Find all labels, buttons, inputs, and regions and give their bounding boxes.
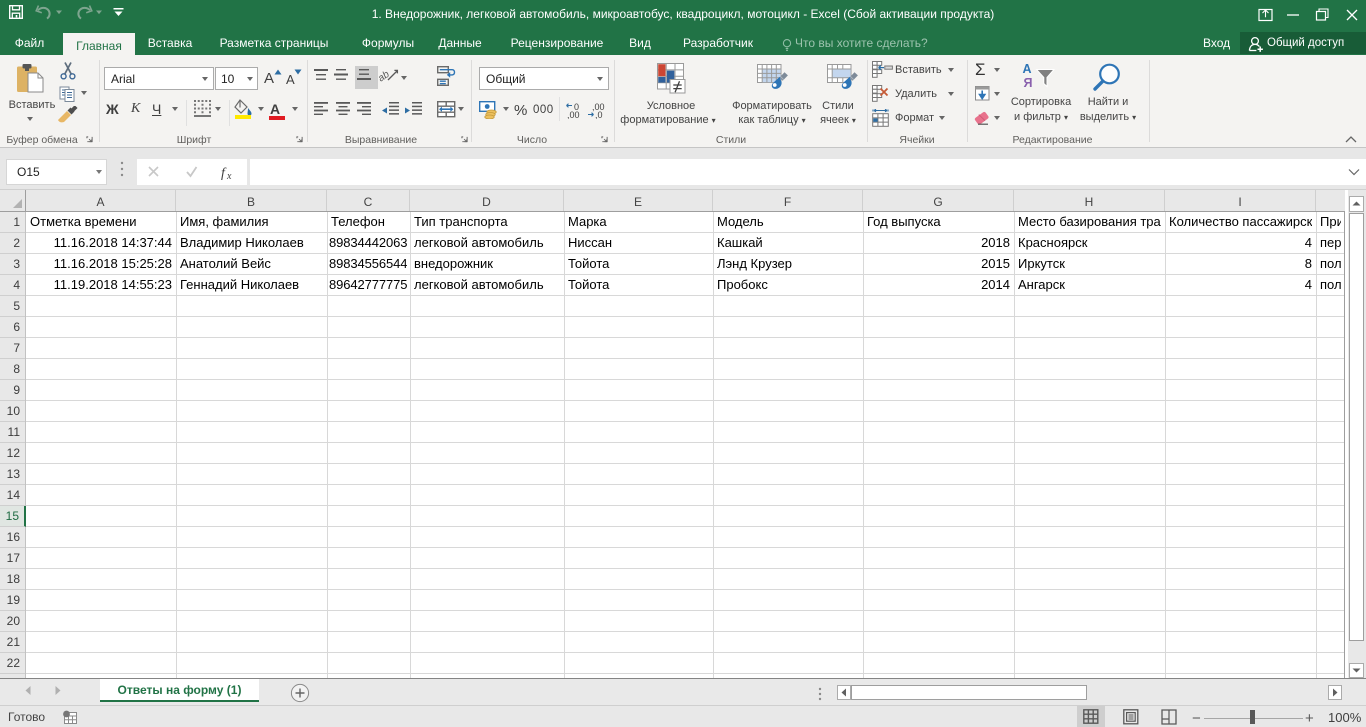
svg-text:А: А bbox=[1023, 62, 1032, 76]
svg-text:ab: ab bbox=[376, 69, 392, 85]
svg-text:x: x bbox=[226, 171, 232, 182]
svg-text:Я: Я bbox=[1024, 76, 1033, 88]
svg-text:,00: ,00 bbox=[567, 110, 580, 119]
svg-text:,0: ,0 bbox=[595, 110, 603, 119]
